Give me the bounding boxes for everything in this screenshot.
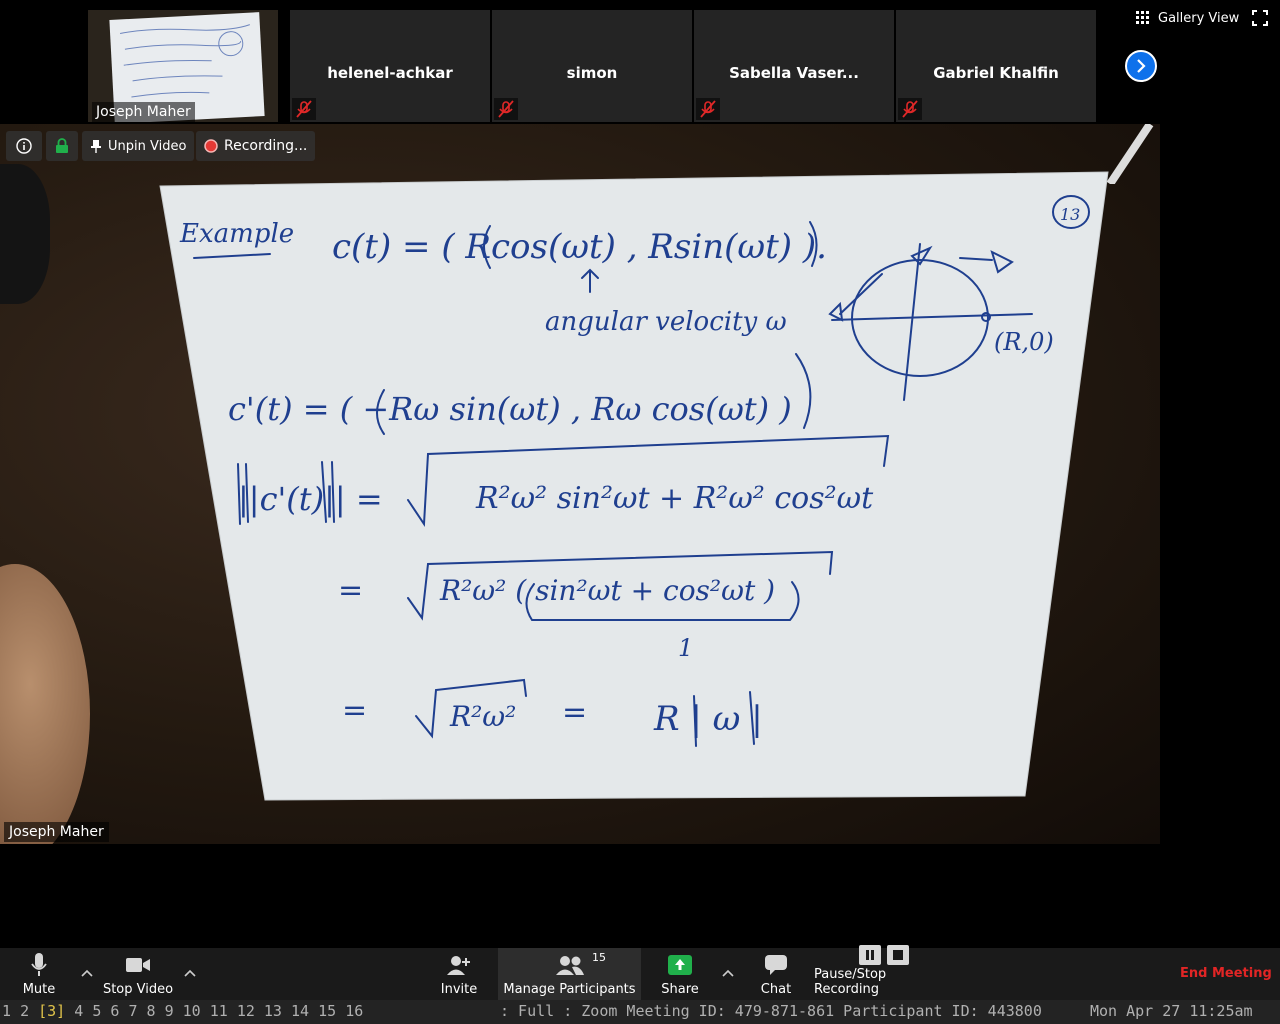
video-options-caret-icon[interactable] xyxy=(183,966,197,980)
chat-bubble-icon xyxy=(765,955,787,975)
lock-icon xyxy=(56,138,68,153)
video-camera-icon xyxy=(126,958,150,972)
manage-participants-button[interactable]: 15 Manage Participants xyxy=(498,948,641,1000)
end-meeting-button[interactable]: End Meeting xyxy=(1180,966,1272,981)
share-screen-icon xyxy=(668,955,692,975)
participant-name: Gabriel Khalfin xyxy=(933,64,1059,82)
share-label: Share xyxy=(661,982,699,997)
participant-tile[interactable]: simon xyxy=(492,10,692,122)
whiteboard-eq2: R²ω² ( sin²ωt + cos²ωt ) xyxy=(439,574,775,607)
share-options-caret-icon[interactable] xyxy=(721,966,735,980)
workspace-item[interactable]: 6 xyxy=(110,1002,128,1020)
gallery-view-button[interactable]: Gallery View xyxy=(1136,10,1239,26)
speaker-name: Joseph Maher xyxy=(4,822,109,842)
workspace-item[interactable]: 10 xyxy=(183,1002,210,1020)
unpin-video-button[interactable]: Unpin Video xyxy=(82,131,195,161)
record-dot-icon xyxy=(204,139,218,153)
meeting-toolbar: Mute Stop Video Invite 15 Manage Partici… xyxy=(0,945,1280,1000)
participant-tile[interactable]: Sabella Vaser... xyxy=(694,10,894,122)
workspace-item[interactable]: 7 xyxy=(128,1002,146,1020)
workspace-item[interactable]: 2 xyxy=(20,1002,38,1020)
main-video[interactable]: 13 Example c(t) = ( Rcos(ωt) , Rsin(ωt) … xyxy=(0,124,1160,844)
recording-label: Recording... xyxy=(224,138,308,154)
pen-object xyxy=(1106,124,1154,184)
workspace-item[interactable]: 11 xyxy=(210,1002,237,1020)
workspace-list: 1 2 [3] 4 5 6 7 8 9 10 11 12 13 14 15 16 xyxy=(2,1002,363,1020)
info-button[interactable] xyxy=(6,131,42,161)
whiteboard-equals-2: = xyxy=(338,573,363,608)
workspace-item[interactable]: 4 xyxy=(74,1002,92,1020)
microphone-icon xyxy=(31,953,47,976)
share-button[interactable]: Share xyxy=(658,948,702,1000)
invite-button[interactable]: Invite xyxy=(438,948,480,1000)
gallery-strip: Joseph Maher helenel-achkar simon Sabell… xyxy=(0,0,1280,124)
recording-indicator[interactable]: Recording... xyxy=(196,131,316,161)
workspace-item[interactable]: 13 xyxy=(264,1002,291,1020)
whiteboard-point-label: (R,0) xyxy=(994,328,1054,356)
info-icon xyxy=(16,138,32,154)
manage-participants-label: Manage Participants xyxy=(503,982,636,997)
workspace-item[interactable]: 16 xyxy=(345,1002,363,1020)
whiteboard-one: 1 xyxy=(678,634,693,662)
system-status-bar: 1 2 [3] 4 5 6 7 8 9 10 11 12 13 14 15 16… xyxy=(0,1000,1280,1024)
whiteboard-eq3: R²ω² xyxy=(449,700,516,733)
whiteboard-norm-rhs: R²ω² sin²ωt + R²ω² cos²ωt xyxy=(475,481,874,516)
whiteboard-equals-3: = xyxy=(342,693,367,728)
self-tile-name: Joseph Maher xyxy=(92,102,195,122)
whiteboard-angular-note: angular velocity ω xyxy=(545,307,787,337)
participant-name: Sabella Vaser... xyxy=(729,64,859,82)
whiteboard-page-number: 13 xyxy=(1060,205,1080,224)
pause-icon xyxy=(859,945,881,965)
participant-tile[interactable]: helenel-achkar xyxy=(290,10,490,122)
mic-muted-icon xyxy=(292,98,316,120)
participant-tile[interactable]: Gabriel Khalfin xyxy=(896,10,1096,122)
audio-options-caret-icon[interactable] xyxy=(80,966,94,980)
mic-muted-icon xyxy=(696,98,720,120)
whiteboard-c-def: c(t) = ( Rcos(ωt) , Rsin(ωt) ). xyxy=(332,227,827,267)
invite-label: Invite xyxy=(440,982,478,997)
whiteboard-equals-4: = xyxy=(562,695,587,730)
mic-muted-icon xyxy=(898,98,922,120)
fullscreen-icon[interactable] xyxy=(1252,10,1268,26)
next-page-button[interactable] xyxy=(1125,50,1157,82)
mute-label: Mute xyxy=(22,982,56,997)
participant-name: simon xyxy=(566,64,618,82)
gallery-view-label: Gallery View xyxy=(1158,10,1240,26)
stop-icon xyxy=(887,945,909,965)
workspace-item[interactable]: 8 xyxy=(147,1002,165,1020)
workspace-item[interactable]: [3] xyxy=(38,1002,74,1020)
workspace-item[interactable]: 5 xyxy=(92,1002,110,1020)
whiteboard-example: Example xyxy=(179,219,294,249)
recording-control-label: Pause/Stop Recording xyxy=(814,967,887,997)
mic-muted-icon xyxy=(494,98,518,120)
security-button[interactable] xyxy=(46,131,78,161)
meeting-info-text: : Full : Zoom Meeting ID: 479-871-861 Pa… xyxy=(500,1002,1042,1020)
participant-count-badge: 15 xyxy=(592,951,606,964)
add-user-icon xyxy=(447,956,470,975)
stop-video-button[interactable]: Stop Video xyxy=(100,948,176,1000)
pause-stop-recording-button[interactable]: Pause/Stop Recording xyxy=(814,945,954,1000)
participant-name: helenel-achkar xyxy=(327,64,453,82)
mute-button[interactable]: Mute xyxy=(14,948,64,1000)
self-video-tile[interactable]: Joseph Maher xyxy=(88,10,278,122)
workspace-item[interactable]: 1 xyxy=(2,1002,20,1020)
grid-icon xyxy=(1136,11,1149,24)
clock: Mon Apr 27 11:25am xyxy=(1090,1002,1253,1020)
chevron-right-icon xyxy=(1137,59,1146,73)
whiteboard: 13 Example c(t) = ( Rcos(ωt) , Rsin(ωt) … xyxy=(159,171,1109,801)
whiteboard-norm-lhs: ||c'(t)|| = xyxy=(238,480,383,518)
chat-button[interactable]: Chat xyxy=(756,948,796,1000)
whiteboard-result: R | ω | xyxy=(653,699,763,739)
workspace-item[interactable]: 12 xyxy=(237,1002,264,1020)
workspace-item[interactable]: 9 xyxy=(165,1002,183,1020)
chat-label: Chat xyxy=(760,982,792,997)
participants-icon xyxy=(555,956,584,975)
pin-icon xyxy=(91,140,101,153)
whiteboard-derivative: c'(t) = ( −Rω sin(ωt) , Rω cos(ωt) ) xyxy=(228,390,792,428)
unpin-video-label: Unpin Video xyxy=(108,138,187,154)
workspace-item[interactable]: 15 xyxy=(318,1002,345,1020)
workspace-item[interactable]: 14 xyxy=(291,1002,318,1020)
stop-video-label: Stop Video xyxy=(102,982,174,997)
